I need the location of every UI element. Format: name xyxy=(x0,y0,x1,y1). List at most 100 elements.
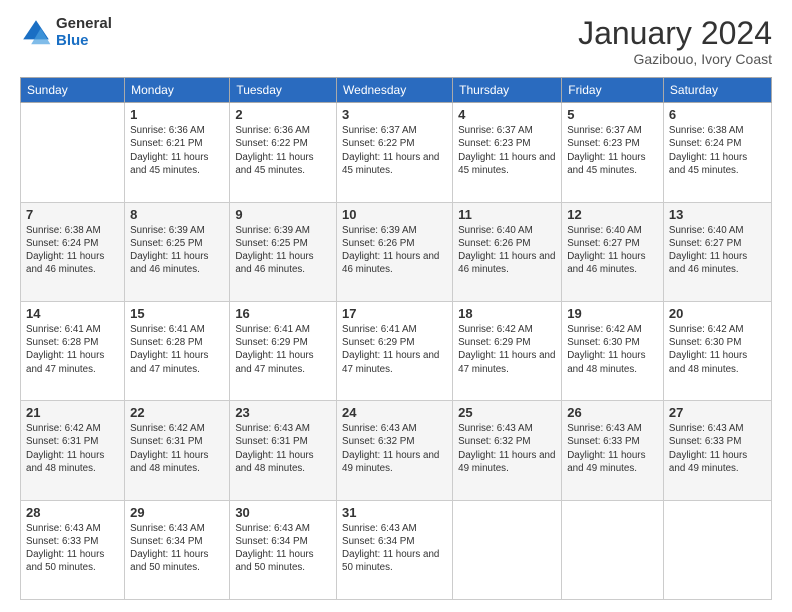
subtitle: Gazibouo, Ivory Coast xyxy=(578,51,772,67)
cell-5-7 xyxy=(663,500,771,599)
day-number: 23 xyxy=(235,405,331,420)
cell-info: Sunrise: 6:37 AM Sunset: 6:23 PM Dayligh… xyxy=(567,124,658,177)
cell-2-1: 7 Sunrise: 6:38 AM Sunset: 6:24 PM Daylig… xyxy=(21,202,125,301)
title-block: January 2024 Gazibouo, Ivory Coast xyxy=(578,16,772,67)
page: General Blue January 2024 Gazibouo, Ivor… xyxy=(0,0,792,612)
cell-info: Sunrise: 6:42 AM Sunset: 6:29 PM Dayligh… xyxy=(458,323,556,376)
day-number: 9 xyxy=(235,207,331,222)
calendar-table: Sunday Monday Tuesday Wednesday Thursday… xyxy=(20,77,772,600)
cell-info: Sunrise: 6:37 AM Sunset: 6:23 PM Dayligh… xyxy=(458,124,556,177)
logo-general-text: General xyxy=(56,16,112,33)
cell-info: Sunrise: 6:40 AM Sunset: 6:27 PM Dayligh… xyxy=(669,224,766,277)
cell-2-7: 13 Sunrise: 6:40 AM Sunset: 6:27 PM Dayli… xyxy=(663,202,771,301)
cell-4-7: 27 Sunrise: 6:43 AM Sunset: 6:33 PM Dayli… xyxy=(663,401,771,500)
day-number: 13 xyxy=(669,207,766,222)
cell-info: Sunrise: 6:38 AM Sunset: 6:24 PM Dayligh… xyxy=(26,224,119,277)
cell-5-5 xyxy=(453,500,562,599)
cell-info: Sunrise: 6:42 AM Sunset: 6:31 PM Dayligh… xyxy=(26,422,119,475)
cell-5-2: 29Sunrise: 6:43 AM Sunset: 6:34 PM Dayli… xyxy=(125,500,230,599)
cell-4-3: 23Sunrise: 6:43 AM Sunset: 6:31 PM Dayli… xyxy=(230,401,337,500)
cell-info: Sunrise: 6:43 AM Sunset: 6:34 PM Dayligh… xyxy=(235,522,331,575)
cell-1-6: 5 Sunrise: 6:37 AM Sunset: 6:23 PM Daylig… xyxy=(562,103,664,202)
cell-4-4: 24 Sunrise: 6:43 AM Sunset: 6:32 PM Dayli… xyxy=(337,401,453,500)
day-number: 31 xyxy=(342,505,447,520)
cell-info: Sunrise: 6:40 AM Sunset: 6:27 PM Dayligh… xyxy=(567,224,658,277)
week-row-5: 28Sunrise: 6:43 AM Sunset: 6:33 PM Dayli… xyxy=(21,500,772,599)
cell-1-1 xyxy=(21,103,125,202)
col-tuesday: Tuesday xyxy=(230,78,337,103)
cell-3-2: 15 Sunrise: 6:41 AM Sunset: 6:28 PM Dayli… xyxy=(125,301,230,400)
week-row-1: 1 Sunrise: 6:36 AM Sunset: 6:21 PM Daylig… xyxy=(21,103,772,202)
cell-info: Sunrise: 6:43 AM Sunset: 6:33 PM Dayligh… xyxy=(26,522,119,575)
week-row-3: 14 Sunrise: 6:41 AM Sunset: 6:28 PM Dayli… xyxy=(21,301,772,400)
day-number: 6 xyxy=(669,107,766,122)
day-number: 11 xyxy=(458,207,556,222)
cell-info: Sunrise: 6:43 AM Sunset: 6:32 PM Dayligh… xyxy=(342,422,447,475)
cell-info: Sunrise: 6:39 AM Sunset: 6:26 PM Dayligh… xyxy=(342,224,447,277)
col-thursday: Thursday xyxy=(453,78,562,103)
cell-info: Sunrise: 6:40 AM Sunset: 6:26 PM Dayligh… xyxy=(458,224,556,277)
day-number: 25 xyxy=(458,405,556,420)
col-wednesday: Wednesday xyxy=(337,78,453,103)
day-number: 4 xyxy=(458,107,556,122)
cell-info: Sunrise: 6:38 AM Sunset: 6:24 PM Dayligh… xyxy=(669,124,766,177)
day-number: 20 xyxy=(669,306,766,321)
week-row-4: 21 Sunrise: 6:42 AM Sunset: 6:31 PM Dayli… xyxy=(21,401,772,500)
cell-info: Sunrise: 6:43 AM Sunset: 6:32 PM Dayligh… xyxy=(458,422,556,475)
day-number: 26 xyxy=(567,405,658,420)
day-number: 14 xyxy=(26,306,119,321)
cell-info: Sunrise: 6:43 AM Sunset: 6:33 PM Dayligh… xyxy=(669,422,766,475)
cell-3-7: 20 Sunrise: 6:42 AM Sunset: 6:30 PM Dayli… xyxy=(663,301,771,400)
cell-info: Sunrise: 6:41 AM Sunset: 6:28 PM Dayligh… xyxy=(26,323,119,376)
header-row: Sunday Monday Tuesday Wednesday Thursday… xyxy=(21,78,772,103)
day-number: 5 xyxy=(567,107,658,122)
day-number: 17 xyxy=(342,306,447,321)
day-number: 21 xyxy=(26,405,119,420)
cell-info: Sunrise: 6:39 AM Sunset: 6:25 PM Dayligh… xyxy=(235,224,331,277)
day-number: 15 xyxy=(130,306,224,321)
cell-info: Sunrise: 6:36 AM Sunset: 6:21 PM Dayligh… xyxy=(130,124,224,177)
cell-3-1: 14 Sunrise: 6:41 AM Sunset: 6:28 PM Dayli… xyxy=(21,301,125,400)
cell-info: Sunrise: 6:43 AM Sunset: 6:33 PM Dayligh… xyxy=(567,422,658,475)
cell-4-5: 25 Sunrise: 6:43 AM Sunset: 6:32 PM Dayli… xyxy=(453,401,562,500)
cell-4-2: 22 Sunrise: 6:42 AM Sunset: 6:31 PM Dayli… xyxy=(125,401,230,500)
cell-3-6: 19Sunrise: 6:42 AM Sunset: 6:30 PM Dayli… xyxy=(562,301,664,400)
cell-3-3: 16 Sunrise: 6:41 AM Sunset: 6:29 PM Dayli… xyxy=(230,301,337,400)
cell-info: Sunrise: 6:43 AM Sunset: 6:34 PM Dayligh… xyxy=(130,522,224,575)
cell-5-6 xyxy=(562,500,664,599)
day-number: 27 xyxy=(669,405,766,420)
day-number: 7 xyxy=(26,207,119,222)
day-number: 8 xyxy=(130,207,224,222)
day-number: 22 xyxy=(130,405,224,420)
cell-5-1: 28Sunrise: 6:43 AM Sunset: 6:33 PM Dayli… xyxy=(21,500,125,599)
cell-4-6: 26 Sunrise: 6:43 AM Sunset: 6:33 PM Dayli… xyxy=(562,401,664,500)
cell-1-7: 6 Sunrise: 6:38 AM Sunset: 6:24 PM Daylig… xyxy=(663,103,771,202)
cell-1-5: 4 Sunrise: 6:37 AM Sunset: 6:23 PM Daylig… xyxy=(453,103,562,202)
cell-1-3: 2Sunrise: 6:36 AM Sunset: 6:22 PM Daylig… xyxy=(230,103,337,202)
day-number: 24 xyxy=(342,405,447,420)
logo: General Blue xyxy=(20,16,112,49)
cell-info: Sunrise: 6:42 AM Sunset: 6:30 PM Dayligh… xyxy=(669,323,766,376)
cell-info: Sunrise: 6:42 AM Sunset: 6:30 PM Dayligh… xyxy=(567,323,658,376)
cell-3-4: 17 Sunrise: 6:41 AM Sunset: 6:29 PM Dayli… xyxy=(337,301,453,400)
cell-2-6: 12 Sunrise: 6:40 AM Sunset: 6:27 PM Dayli… xyxy=(562,202,664,301)
col-monday: Monday xyxy=(125,78,230,103)
col-sunday: Sunday xyxy=(21,78,125,103)
day-number: 1 xyxy=(130,107,224,122)
day-number: 30 xyxy=(235,505,331,520)
day-number: 10 xyxy=(342,207,447,222)
day-number: 12 xyxy=(567,207,658,222)
cell-info: Sunrise: 6:41 AM Sunset: 6:28 PM Dayligh… xyxy=(130,323,224,376)
logo-blue-text: Blue xyxy=(56,33,112,50)
cell-info: Sunrise: 6:43 AM Sunset: 6:34 PM Dayligh… xyxy=(342,522,447,575)
cell-info: Sunrise: 6:41 AM Sunset: 6:29 PM Dayligh… xyxy=(235,323,331,376)
cell-3-5: 18Sunrise: 6:42 AM Sunset: 6:29 PM Dayli… xyxy=(453,301,562,400)
col-saturday: Saturday xyxy=(663,78,771,103)
cell-info: Sunrise: 6:41 AM Sunset: 6:29 PM Dayligh… xyxy=(342,323,447,376)
cell-1-4: 3Sunrise: 6:37 AM Sunset: 6:22 PM Daylig… xyxy=(337,103,453,202)
day-number: 16 xyxy=(235,306,331,321)
cell-info: Sunrise: 6:39 AM Sunset: 6:25 PM Dayligh… xyxy=(130,224,224,277)
col-friday: Friday xyxy=(562,78,664,103)
cell-info: Sunrise: 6:42 AM Sunset: 6:31 PM Dayligh… xyxy=(130,422,224,475)
cell-5-3: 30 Sunrise: 6:43 AM Sunset: 6:34 PM Dayli… xyxy=(230,500,337,599)
